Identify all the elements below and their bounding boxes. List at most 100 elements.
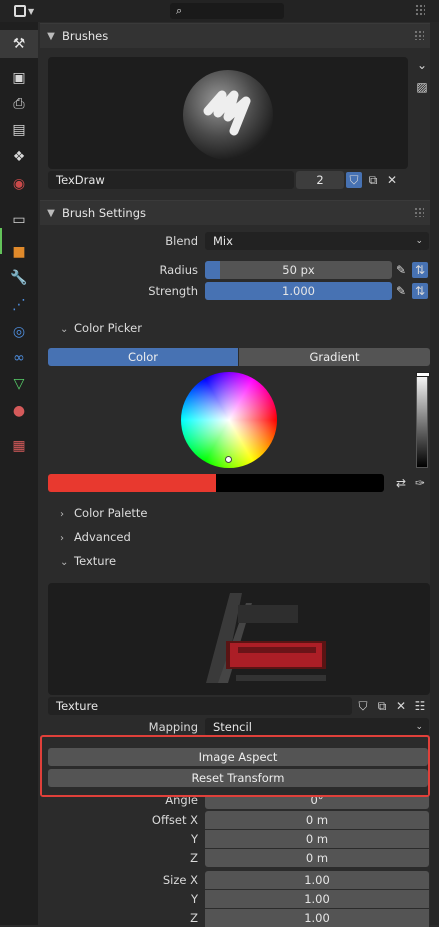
texture-preview[interactable] [48, 583, 430, 695]
size-y-label: Y [190, 892, 198, 906]
strength-label: Strength [148, 284, 198, 298]
object-icon[interactable]: ■ [9, 242, 29, 262]
value-slider[interactable] [416, 372, 430, 468]
world-icon[interactable]: ◉ [9, 174, 29, 194]
brush-image-icon[interactable]: ▨ [414, 79, 430, 95]
particles-icon[interactable]: ⋰ [9, 295, 29, 315]
color-wheel-cursor[interactable] [225, 456, 232, 463]
duplicate-icon[interactable]: ⧉ [365, 172, 381, 188]
offset-z-field[interactable]: 0 m [205, 849, 429, 867]
offset-y-field[interactable]: 0 m [205, 830, 429, 848]
texture-title: Texture [74, 554, 117, 568]
search-field[interactable]: ⌕ [170, 3, 284, 19]
texture-icon[interactable]: ▦ [9, 436, 29, 456]
tab-color[interactable]: Color [48, 348, 238, 366]
brushes-title: Brushes [62, 29, 109, 43]
radius-slider-fill [205, 261, 220, 279]
brush-users-count[interactable]: 2 [296, 171, 344, 189]
primary-color-swatch[interactable] [48, 474, 216, 492]
texture-subpanel-header[interactable]: ⌄ Texture [60, 551, 116, 571]
editor-type-button[interactable]: ▼ [14, 3, 40, 19]
value-slider-handle[interactable] [416, 372, 430, 377]
advanced-subpanel-header[interactable]: › Advanced [60, 527, 131, 547]
constraints-icon[interactable]: ∞ [9, 348, 29, 368]
brushes-panel-header[interactable]: ▼ Brushes [40, 23, 430, 48]
color-eyedropper-icon[interactable]: ✑ [412, 475, 428, 491]
blend-label: Blend [165, 234, 198, 248]
size-x-label: Size X [162, 873, 198, 887]
region-scrollbar[interactable] [430, 22, 439, 925]
pen-pressure-icon[interactable]: ✎ [393, 262, 409, 278]
physics-icon[interactable]: ◎ [9, 322, 29, 342]
output-icon[interactable]: ⎙ [9, 94, 29, 114]
highlight-box-fill [42, 790, 428, 795]
chevron-right-icon: › [60, 509, 64, 520]
header-options-icon[interactable] [415, 4, 425, 16]
drag-handle-icon[interactable] [414, 30, 424, 40]
brush-name-field[interactable]: TexDraw [48, 171, 294, 189]
modifier-icon[interactable]: 🔧 [9, 268, 29, 288]
drag-handle-icon[interactable] [414, 207, 424, 217]
pen-pressure-icon[interactable]: ✎ [393, 283, 409, 299]
radius-slider[interactable]: 50 px [205, 261, 392, 279]
brush-settings-panel-header[interactable]: ▼ Brush Settings [40, 200, 430, 225]
offset-x-field[interactable]: 0 m [205, 811, 429, 829]
material-icon[interactable]: ● [9, 401, 29, 421]
offset-x-label: Offset X [151, 813, 198, 827]
color-wheel[interactable] [181, 372, 277, 468]
chevron-down-icon: ⌄ [415, 722, 423, 732]
blend-value: Mix [213, 234, 233, 248]
chevron-right-icon: › [60, 533, 64, 544]
search-icon: ⌕ [176, 4, 183, 17]
strength-value: 1.000 [282, 284, 315, 298]
texture-name-field[interactable]: Texture [48, 697, 352, 715]
color-palette-subpanel-header[interactable]: › Color Palette [60, 503, 148, 523]
texture-thumbnail [206, 593, 326, 683]
chevron-down-icon: ⌄ [60, 324, 69, 335]
unlink-icon[interactable]: ✕ [384, 172, 400, 188]
radius-value: 50 px [282, 263, 315, 277]
mapping-label: Mapping [148, 720, 198, 734]
unlink-icon[interactable]: ✕ [393, 698, 409, 714]
strength-pressure-icon[interactable]: ⇅ [412, 283, 428, 299]
color-picker-subpanel-header[interactable]: ⌄ Color Picker [60, 318, 142, 338]
chevron-down-icon: ▼ [47, 207, 55, 219]
mapping-value: Stencil [213, 720, 252, 734]
offset-z-label: Z [190, 851, 198, 865]
brush-preview-icon [183, 70, 273, 160]
fake-user-shield-icon[interactable]: ⛉ [346, 172, 362, 188]
offset-y-label: Y [190, 832, 198, 846]
mapping-dropdown[interactable]: Stencil ⌄ [205, 718, 429, 736]
advanced-title: Advanced [74, 530, 131, 544]
highlight-box [40, 735, 430, 797]
color-picker-title: Color Picker [74, 321, 142, 335]
tool-icon[interactable]: ⚒ [9, 34, 29, 54]
chevron-down-icon: ⌄ [60, 557, 69, 568]
scene-icon[interactable]: ❖ [9, 147, 29, 167]
render-icon[interactable]: ▣ [9, 68, 29, 88]
brush-settings-title: Brush Settings [62, 206, 147, 220]
color-palette-title: Color Palette [74, 506, 148, 520]
size-x-field[interactable]: 1.00 [205, 871, 429, 889]
radius-unit-icon[interactable]: ⇅ [412, 262, 428, 278]
texture-settings-icon[interactable]: ☷ [412, 698, 428, 714]
data-icon[interactable]: ▽ [9, 374, 29, 394]
duplicate-icon[interactable]: ⧉ [374, 698, 390, 714]
secondary-color-swatch[interactable] [216, 474, 384, 492]
blend-dropdown[interactable]: Mix ⌄ [205, 232, 429, 250]
radius-label: Radius [159, 263, 198, 277]
brush-dropdown-icon[interactable]: ⌄ [414, 57, 430, 73]
brush-preview[interactable] [48, 57, 408, 169]
active-object-indicator [0, 228, 2, 254]
fake-user-shield-icon[interactable]: ⛉ [355, 698, 371, 714]
chevron-down-icon: ⌄ [415, 236, 423, 246]
tool-settings-icon [14, 5, 26, 17]
header-bar: ▼ ⌕ [0, 0, 439, 22]
collection-icon[interactable]: ▭ [9, 210, 29, 230]
size-z-field[interactable]: 1.00 [205, 909, 429, 927]
strength-slider[interactable]: 1.000 [205, 282, 392, 300]
view-layer-icon[interactable]: ▤ [9, 120, 29, 140]
size-y-field[interactable]: 1.00 [205, 890, 429, 908]
swap-colors-icon[interactable]: ⇄ [393, 475, 409, 491]
tab-gradient[interactable]: Gradient [239, 348, 430, 366]
